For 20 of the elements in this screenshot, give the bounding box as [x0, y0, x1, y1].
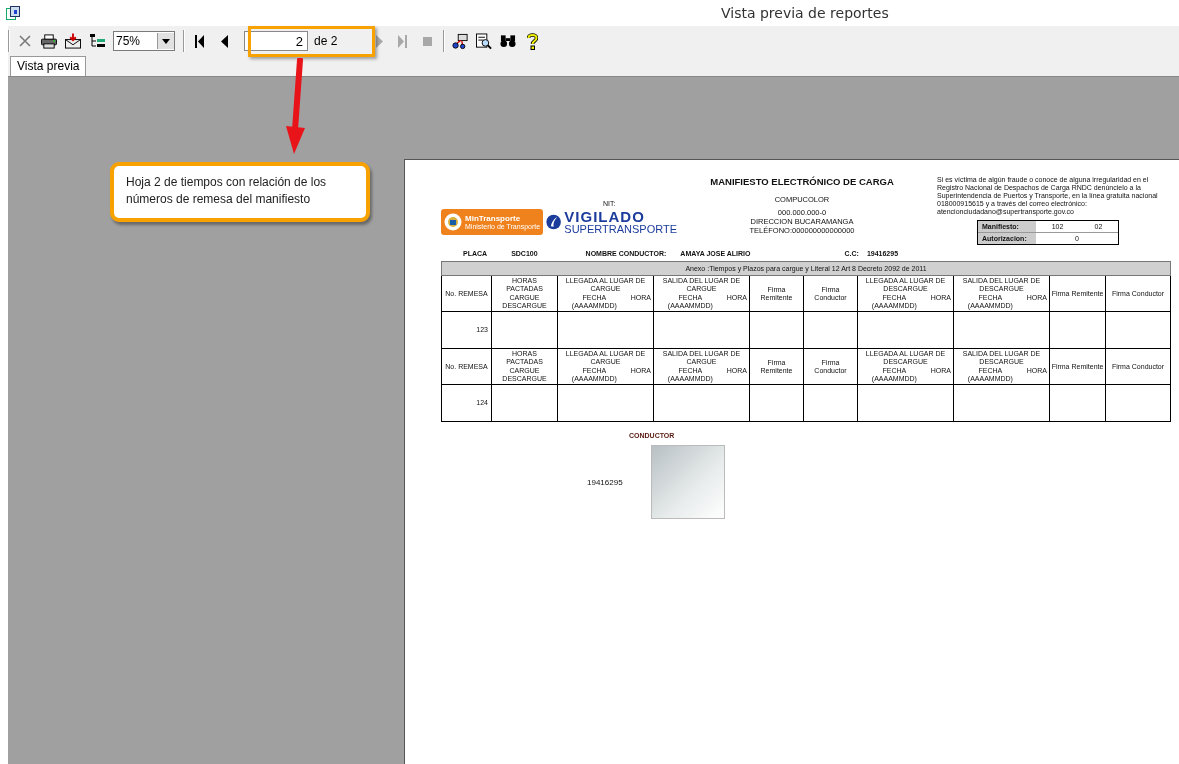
network-icon[interactable] [452, 32, 469, 50]
printer-icon[interactable] [41, 33, 57, 49]
conductor-id: 19416295 [587, 477, 624, 487]
previous-page-icon[interactable] [220, 34, 228, 48]
envelope-icon[interactable] [65, 33, 81, 49]
dropdown-arrow-icon[interactable] [162, 38, 170, 44]
first-page-icon[interactable] [195, 34, 205, 48]
page-number-field[interactable]: 2 [244, 31, 308, 51]
page-total: de 2 [314, 34, 338, 48]
tree-icon[interactable] [89, 34, 105, 48]
binoculars-icon[interactable] [500, 34, 517, 48]
preview-tab[interactable]: Vista previa [10, 56, 87, 76]
zoom-dropdown[interactable]: 75% [113, 31, 175, 51]
app-icon [6, 6, 20, 20]
report-title: MANIFIESTO ELECTRÓNICO DE CARGA [710, 176, 894, 187]
help-icon[interactable] [526, 32, 538, 50]
document-search-icon[interactable] [476, 32, 493, 50]
window-title: Vista previa de reportes [721, 5, 889, 21]
vigilado-logo: VIGILADO SUPERTRANSPORTE [564, 209, 677, 235]
callout-note: Hoja 2 de tiempos con relación de los números de remesa del manifiesto [110, 162, 370, 222]
